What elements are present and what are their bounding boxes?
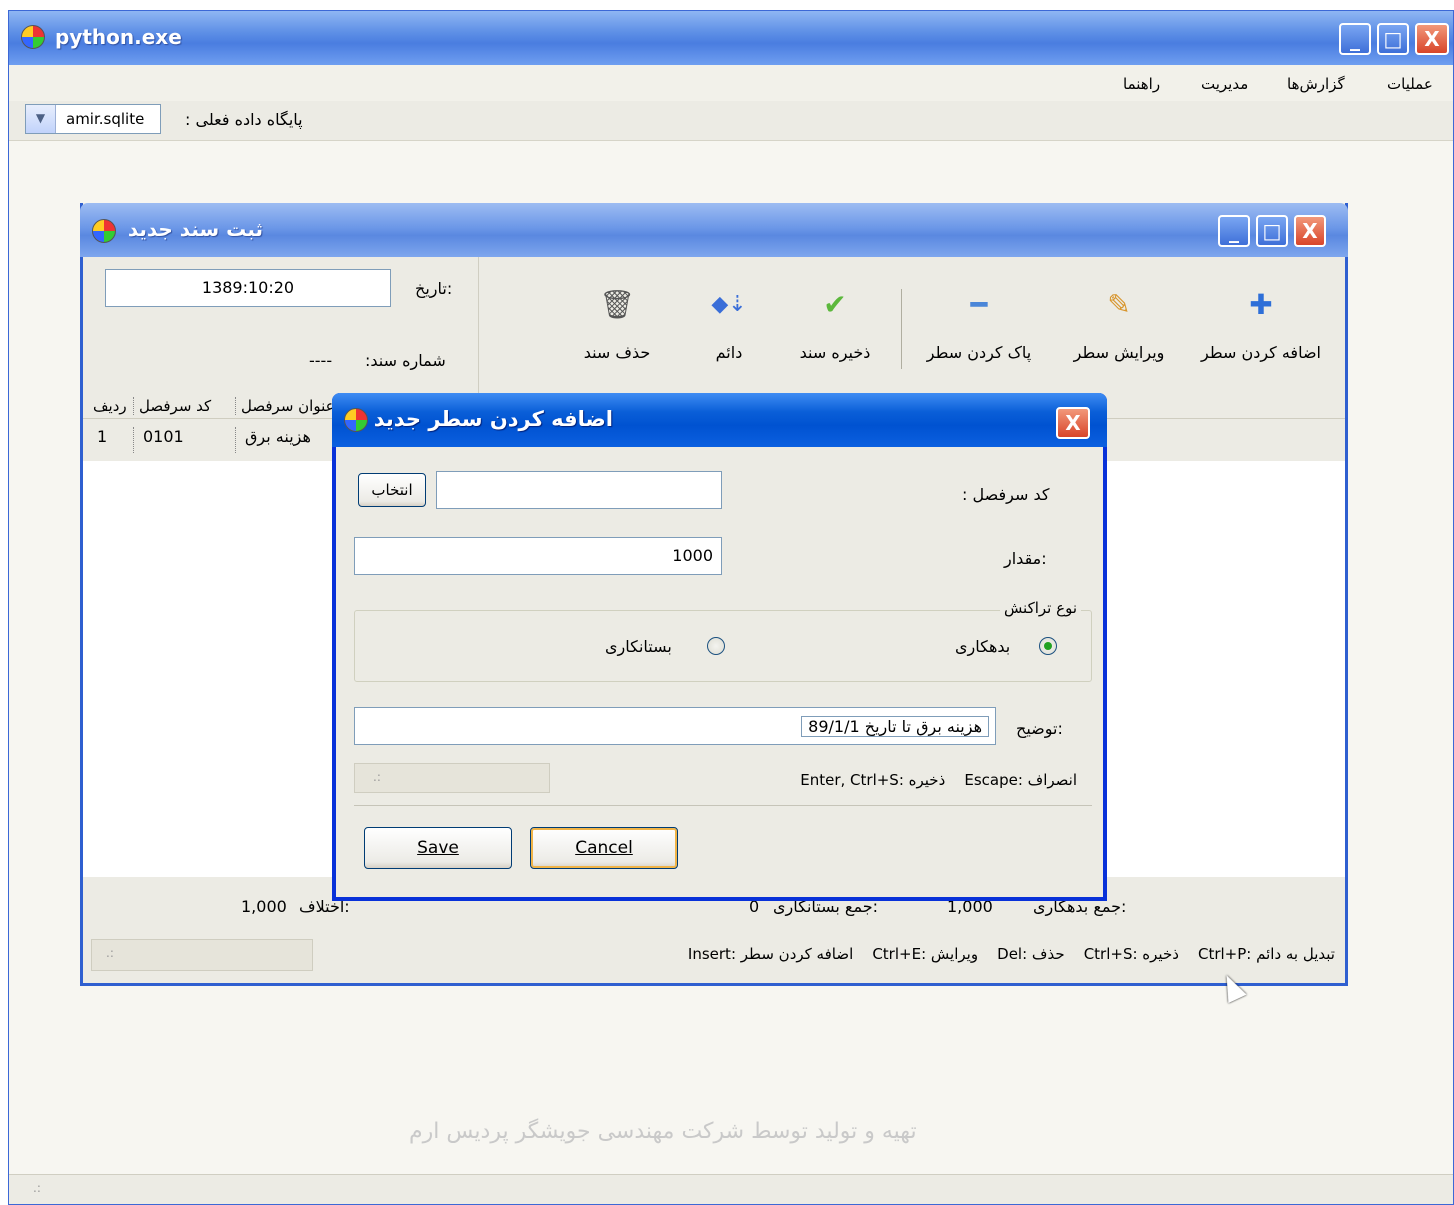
python-app-icon xyxy=(92,219,116,243)
amount-field[interactable]: 1000 xyxy=(354,537,722,575)
resize-grip-icon[interactable]: .: xyxy=(373,770,381,784)
document-window-title: ثبت سند جدید xyxy=(127,217,263,241)
maximize-button[interactable]: □ xyxy=(1377,23,1409,55)
dialog-close-button[interactable]: X xyxy=(1056,407,1090,439)
row-title-cell: هزینه برق xyxy=(245,427,311,446)
description-field[interactable]: هزینه برق تا تاریخ 89/1/1 xyxy=(354,707,996,745)
document-header: 1389:10:20 تاریخ: ---- شماره سند: xyxy=(83,257,478,395)
database-select[interactable]: ▼ amir.sqlite xyxy=(25,104,161,134)
description-value: هزینه برق تا تاریخ 89/1/1 xyxy=(801,716,989,737)
edit-row-button[interactable]: ✎ ویرایش سطر xyxy=(1049,285,1189,362)
menu-help[interactable]: راهنما xyxy=(1123,75,1160,93)
delete-row-label: پاک کردن سطر xyxy=(926,343,1032,362)
resize-grip-icon[interactable]: .: xyxy=(33,1181,41,1195)
description-label: توضیح: xyxy=(1016,719,1063,738)
main-title-bar[interactable]: python.exe _ □ X xyxy=(9,11,1453,65)
menu-bar: عملیات گزارش‌ها مدیریت راهنما xyxy=(9,65,1453,101)
minimize-button[interactable]: _ xyxy=(1339,23,1371,55)
transaction-type-group: نوع تراکنش بدهکاری بستانکاری xyxy=(354,599,1092,682)
main-window-title: python.exe xyxy=(55,25,182,49)
database-bar: ▼ amir.sqlite پایگاه داده فعلی : xyxy=(9,101,1453,141)
date-field[interactable]: 1389:10:20 xyxy=(105,269,391,307)
resize-grip-icon[interactable]: .: xyxy=(106,946,114,960)
python-app-icon xyxy=(21,25,45,49)
transaction-type-title: نوع تراکنش xyxy=(999,599,1081,617)
edit-icon: ✎ xyxy=(1107,288,1131,321)
document-number-label: شماره سند: xyxy=(365,351,446,370)
credit-radio[interactable] xyxy=(707,637,725,655)
credit-option-label[interactable]: بستانکاری xyxy=(605,637,672,656)
column-divider xyxy=(235,397,236,415)
chevron-down-icon[interactable]: ▼ xyxy=(26,105,56,133)
delete-row-button[interactable]: ━ پاک کردن سطر xyxy=(909,285,1049,362)
difference-value: 1,000 xyxy=(241,897,287,916)
delete-document-button[interactable]: 🗑 حذف سند xyxy=(547,285,687,362)
menu-management[interactable]: مدیریت xyxy=(1201,75,1248,93)
menu-operations[interactable]: عملیات xyxy=(1387,75,1433,93)
column-header-code[interactable]: کد سرفصل xyxy=(139,397,211,415)
keyboard-shortcuts-hint: تبدیل به دائم :Ctrl+P ذخیره :Ctrl+S حذف … xyxy=(687,945,1335,963)
plus-icon: ✚ xyxy=(1249,288,1273,321)
minus-icon: ━ xyxy=(970,288,988,321)
close-button[interactable]: X xyxy=(1415,23,1449,55)
add-row-dialog: اضافه کردن سطر جدید X کد سرفصل : انتخاب … xyxy=(332,393,1107,901)
row-number-cell: 1 xyxy=(97,427,108,446)
document-close-button[interactable]: X xyxy=(1294,215,1326,247)
dialog-divider xyxy=(354,805,1092,806)
date-label: تاریخ: xyxy=(415,279,453,298)
document-minimize-button[interactable]: _ xyxy=(1218,215,1250,247)
column-header-title[interactable]: عنوان سرفصل xyxy=(241,397,335,415)
python-app-icon xyxy=(344,408,368,432)
document-toolbar: ✚ اضافه کردن سطر ✎ ویرایش سطر ━ پاک کردن… xyxy=(478,257,1345,395)
database-label: پایگاه داده فعلی : xyxy=(185,110,303,129)
add-row-label: اضافه کردن سطر xyxy=(1201,343,1321,362)
debit-radio[interactable] xyxy=(1039,637,1057,655)
save-button[interactable]: Save xyxy=(364,827,512,869)
dialog-shortcuts-hint: انصراف :Escape ذخیره :Enter, Ctrl+S xyxy=(800,771,1077,789)
status-box: .: xyxy=(91,939,313,971)
column-divider xyxy=(133,427,134,453)
dialog-title-bar[interactable]: اضافه کردن سطر جدید X xyxy=(332,393,1107,447)
edit-row-label: ویرایش سطر xyxy=(1073,343,1165,362)
delete-document-label: حذف سند xyxy=(583,343,651,362)
row-code-cell: 0101 xyxy=(143,427,184,446)
add-row-button[interactable]: ✚ اضافه کردن سطر xyxy=(1191,285,1331,362)
database-select-value: amir.sqlite xyxy=(66,110,145,128)
cancel-button[interactable]: Cancel xyxy=(530,827,678,869)
amount-label: مقدار: xyxy=(1004,549,1047,568)
dialog-title: اضافه کردن سطر جدید xyxy=(373,407,613,431)
main-status-bar: .: xyxy=(9,1174,1453,1204)
code-field[interactable] xyxy=(436,471,722,509)
company-watermark: تهیه و تولید توسط شرکت مهندسی جویشگر پرد… xyxy=(409,1119,917,1144)
code-label: کد سرفصل : xyxy=(962,485,1050,504)
debit-option-label[interactable]: بدهکاری xyxy=(955,637,1010,656)
document-title-bar[interactable]: ثبت سند جدید _ □ X xyxy=(80,203,1348,257)
trash-icon: 🗑 xyxy=(599,288,635,321)
document-number-value: ---- xyxy=(309,351,333,370)
document-maximize-button[interactable]: □ xyxy=(1256,215,1288,247)
dialog-status-box: .: xyxy=(354,763,550,793)
column-divider xyxy=(133,397,134,415)
shortcuts-bar: .: تبدیل به دائم :Ctrl+P ذخیره :Ctrl+S ح… xyxy=(83,939,1345,983)
column-header-row[interactable]: ردیف xyxy=(93,397,127,415)
select-code-button[interactable]: انتخاب xyxy=(358,473,426,507)
column-divider xyxy=(235,427,236,453)
menu-reports[interactable]: گزارش‌ها xyxy=(1287,75,1345,93)
